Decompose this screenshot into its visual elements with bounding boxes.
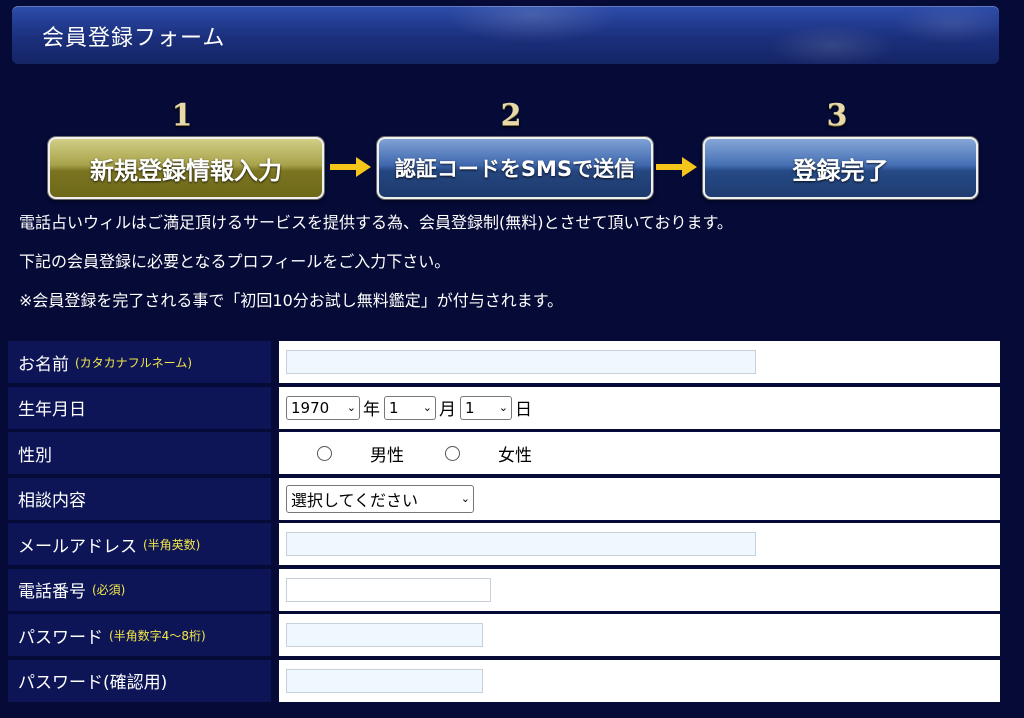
intro-line-3: ※会員登録を完了される事で「初回10分お試し無料鑑定」が付与されます。	[19, 291, 564, 310]
birthdate-label: 生年月日	[8, 386, 271, 429]
step-3-label: 登録完了	[792, 156, 889, 185]
day-unit: 日	[515, 400, 532, 420]
year-unit: 年	[363, 400, 380, 420]
form-row-birthdate: 生年月日 1970 ⌄ 年 1 ⌄ 月 1 ⌄ 日	[8, 386, 1000, 429]
step-2-label: 認証コードをSMSで送信	[394, 157, 636, 181]
step-2: 認証コードをSMSで送信	[377, 137, 653, 199]
password-label: パスワード (半角数字4〜8桁)	[8, 614, 271, 656]
form-row-consultation: 相談内容 選択してください ⌄	[8, 477, 1000, 520]
registration-page: 会員登録フォーム 1 2 3 新規登録情報入力 認証コードをSMSで送信 登録完…	[0, 0, 1024, 718]
password-input[interactable]	[286, 623, 483, 647]
form-row-gender: 性別 男性 女性	[8, 432, 1000, 474]
step-arrow-icon	[330, 157, 371, 177]
phone-label: 電話番号 (必須)	[8, 568, 271, 611]
name-input[interactable]	[286, 350, 756, 374]
intro-line-1: 電話占いウィルはご満足頂けるサービスを提供する為、会員登録制(無料)とさせて頂い…	[19, 213, 733, 232]
step-2-number: 2	[500, 98, 522, 133]
name-note: (カタカナフルネーム)	[75, 355, 193, 370]
birth-month-select[interactable]: 1 ⌄	[384, 395, 436, 420]
form-row-name: お名前 (カタカナフルネーム)	[8, 341, 1000, 383]
birth-year-select[interactable]: 1970 ⌄	[286, 395, 360, 420]
gender-female-radio[interactable]	[445, 445, 460, 461]
name-label: お名前 (カタカナフルネーム)	[8, 341, 271, 383]
month-unit: 月	[439, 400, 456, 420]
chevron-down-icon: ⌄	[460, 492, 470, 505]
intro-line-2: 下記の会員登録に必要となるプロフィールをご入力下さい。	[19, 252, 451, 271]
page-title: 会員登録フォーム	[42, 26, 226, 51]
password-confirm-input[interactable]	[286, 668, 483, 693]
email-note: (半角英数)	[143, 537, 201, 552]
step-1-label: 新規登録情報入力	[90, 156, 282, 185]
birth-day-select[interactable]: 1 ⌄	[460, 395, 512, 420]
form-header: 会員登録フォーム	[12, 6, 999, 64]
chevron-down-icon: ⌄	[498, 401, 508, 414]
form-row-email: メールアドレス (半角英数)	[8, 523, 1000, 565]
consultation-label: 相談内容	[8, 477, 271, 520]
email-input[interactable]	[286, 532, 756, 556]
step-arrow-icon	[656, 157, 697, 177]
email-label: メールアドレス (半角英数)	[8, 523, 271, 565]
form-row-phone: 電話番号 (必須)	[8, 568, 1000, 611]
password-note: (半角数字4〜8桁)	[109, 628, 206, 643]
gender-label: 性別	[8, 432, 271, 474]
chevron-down-icon: ⌄	[346, 401, 356, 414]
gender-male-radio[interactable]	[317, 445, 332, 461]
phone-note: (必須)	[92, 583, 126, 597]
gender-female-label[interactable]: 女性	[498, 441, 532, 466]
step-1-number: 1	[171, 98, 193, 133]
step-3-number: 3	[826, 98, 848, 133]
gender-male-label[interactable]: 男性	[370, 441, 404, 466]
registration-form: お名前 (カタカナフルネーム) 生年月日 1970 ⌄ 年 1 ⌄ 月 1 ⌄ …	[8, 341, 1000, 705]
form-row-password-confirm: パスワード(確認用)	[8, 659, 1000, 702]
consultation-select[interactable]: 選択してください ⌄	[286, 484, 474, 513]
chevron-down-icon: ⌄	[422, 401, 432, 414]
password-confirm-label: パスワード(確認用)	[8, 659, 271, 702]
phone-input[interactable]	[286, 577, 491, 602]
step-1-current: 新規登録情報入力	[48, 137, 324, 199]
form-row-password: パスワード (半角数字4〜8桁)	[8, 614, 1000, 656]
step-3: 登録完了	[703, 137, 978, 199]
